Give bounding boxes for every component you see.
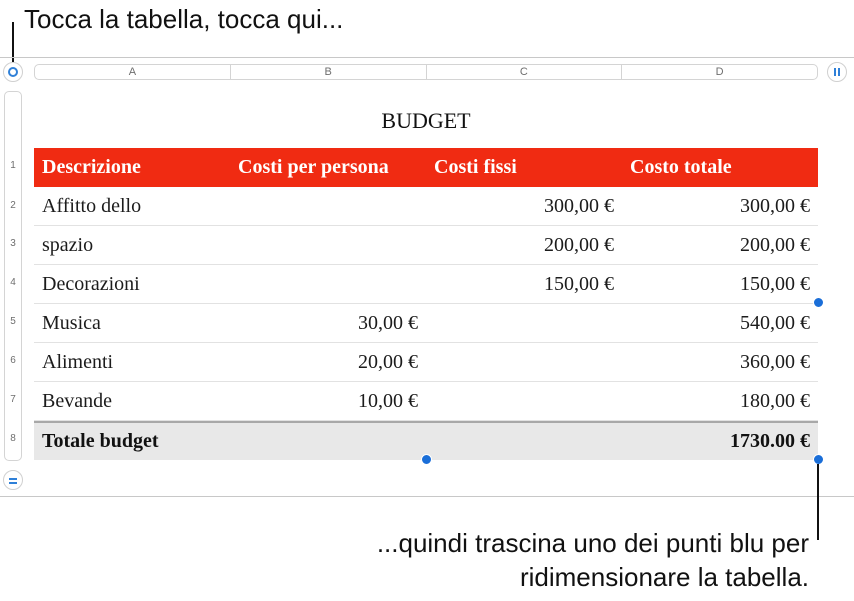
- resize-handle-bottom[interactable]: [421, 454, 432, 465]
- table-row: Affitto dello 300,00 € 300,00 €: [34, 187, 818, 226]
- table-header-row: Descrizione Costi per persona Costi fiss…: [34, 148, 818, 187]
- table-cell[interactable]: [230, 226, 426, 264]
- row-number-2[interactable]: 2: [4, 200, 22, 211]
- callout-bottom-leader: [817, 464, 819, 540]
- callout-bottom-line-1: ...quindi trascina uno dei punti blu per: [376, 528, 809, 558]
- row-number-8[interactable]: 8: [4, 433, 22, 444]
- table-cell[interactable]: 200,00 €: [426, 226, 622, 264]
- row-number-1[interactable]: 1: [4, 160, 22, 171]
- table-row: spazio 200,00 € 200,00 €: [34, 226, 818, 265]
- table-cell[interactable]: 540,00 €: [622, 304, 818, 342]
- table-cell[interactable]: [426, 382, 622, 420]
- row-number-3[interactable]: 3: [4, 238, 22, 249]
- column-header-b[interactable]: B: [231, 65, 427, 79]
- table-cell[interactable]: [230, 187, 426, 225]
- total-value-cell[interactable]: 1730.00 €: [622, 423, 818, 460]
- total-label-cell[interactable]: Totale budget: [34, 423, 230, 460]
- table-cell[interactable]: 20,00 €: [230, 343, 426, 381]
- header-cell-fixed-costs[interactable]: Costi fissi: [426, 148, 622, 187]
- resize-handle-right[interactable]: [813, 297, 824, 308]
- table-cell[interactable]: 30,00 €: [230, 304, 426, 342]
- table-cell[interactable]: [230, 423, 426, 460]
- table-row: Musica 30,00 € 540,00 €: [34, 304, 818, 343]
- table-cell[interactable]: 200,00 €: [622, 226, 818, 264]
- callout-bottom-line-2: ridimensionare la tabella.: [519, 562, 809, 592]
- column-header-bar: A B C D: [34, 64, 818, 80]
- table-cell[interactable]: 360,00 €: [622, 343, 818, 381]
- select-table-circle-icon[interactable]: [3, 62, 23, 82]
- callout-bottom-text: ...quindi trascina uno dei punti blu per…: [377, 526, 809, 594]
- column-header-c[interactable]: C: [427, 65, 623, 79]
- table-cell[interactable]: [426, 343, 622, 381]
- table-cell[interactable]: Affitto dello: [34, 187, 230, 225]
- table-cell[interactable]: [426, 423, 622, 460]
- column-header-a[interactable]: A: [35, 65, 231, 79]
- table-title: BUDGET: [381, 108, 471, 133]
- header-cell-cost-per-person[interactable]: Costi per persona: [230, 148, 426, 187]
- table-cell[interactable]: 150,00 €: [426, 265, 622, 303]
- callout-top-leader: [12, 22, 14, 62]
- table-cell[interactable]: [230, 265, 426, 303]
- header-cell-description[interactable]: Descrizione: [34, 148, 230, 187]
- table-cell[interactable]: Alimenti: [34, 343, 230, 381]
- row-number-4[interactable]: 4: [4, 277, 22, 288]
- table-cell[interactable]: 10,00 €: [230, 382, 426, 420]
- table-cell[interactable]: 180,00 €: [622, 382, 818, 420]
- rows-equal-icon[interactable]: [3, 470, 23, 490]
- pause-columns-icon[interactable]: [827, 62, 847, 82]
- table-row: Bevande 10,00 € 180,00 €: [34, 382, 818, 421]
- table-cell[interactable]: 300,00 €: [426, 187, 622, 225]
- table-cell[interactable]: Musica: [34, 304, 230, 342]
- table-cell[interactable]: [426, 304, 622, 342]
- row-number-6[interactable]: 6: [4, 355, 22, 366]
- column-header-d[interactable]: D: [622, 65, 817, 79]
- table-cell[interactable]: 150,00 €: [622, 265, 818, 303]
- table-row: Decorazioni 150,00 € 150,00 €: [34, 265, 818, 304]
- table-cell[interactable]: Decorazioni: [34, 265, 230, 303]
- row-header-bar: [4, 91, 22, 461]
- header-cell-total-cost[interactable]: Costo totale: [622, 148, 818, 187]
- row-number-5[interactable]: 5: [4, 316, 22, 327]
- table-cell[interactable]: 300,00 €: [622, 187, 818, 225]
- table-cell[interactable]: spazio: [34, 226, 230, 264]
- table-cell[interactable]: Bevande: [34, 382, 230, 420]
- callout-top-text: Tocca la tabella, tocca qui...: [24, 4, 344, 34]
- table-row: Alimenti 20,00 € 360,00 €: [34, 343, 818, 382]
- row-number-7[interactable]: 7: [4, 394, 22, 405]
